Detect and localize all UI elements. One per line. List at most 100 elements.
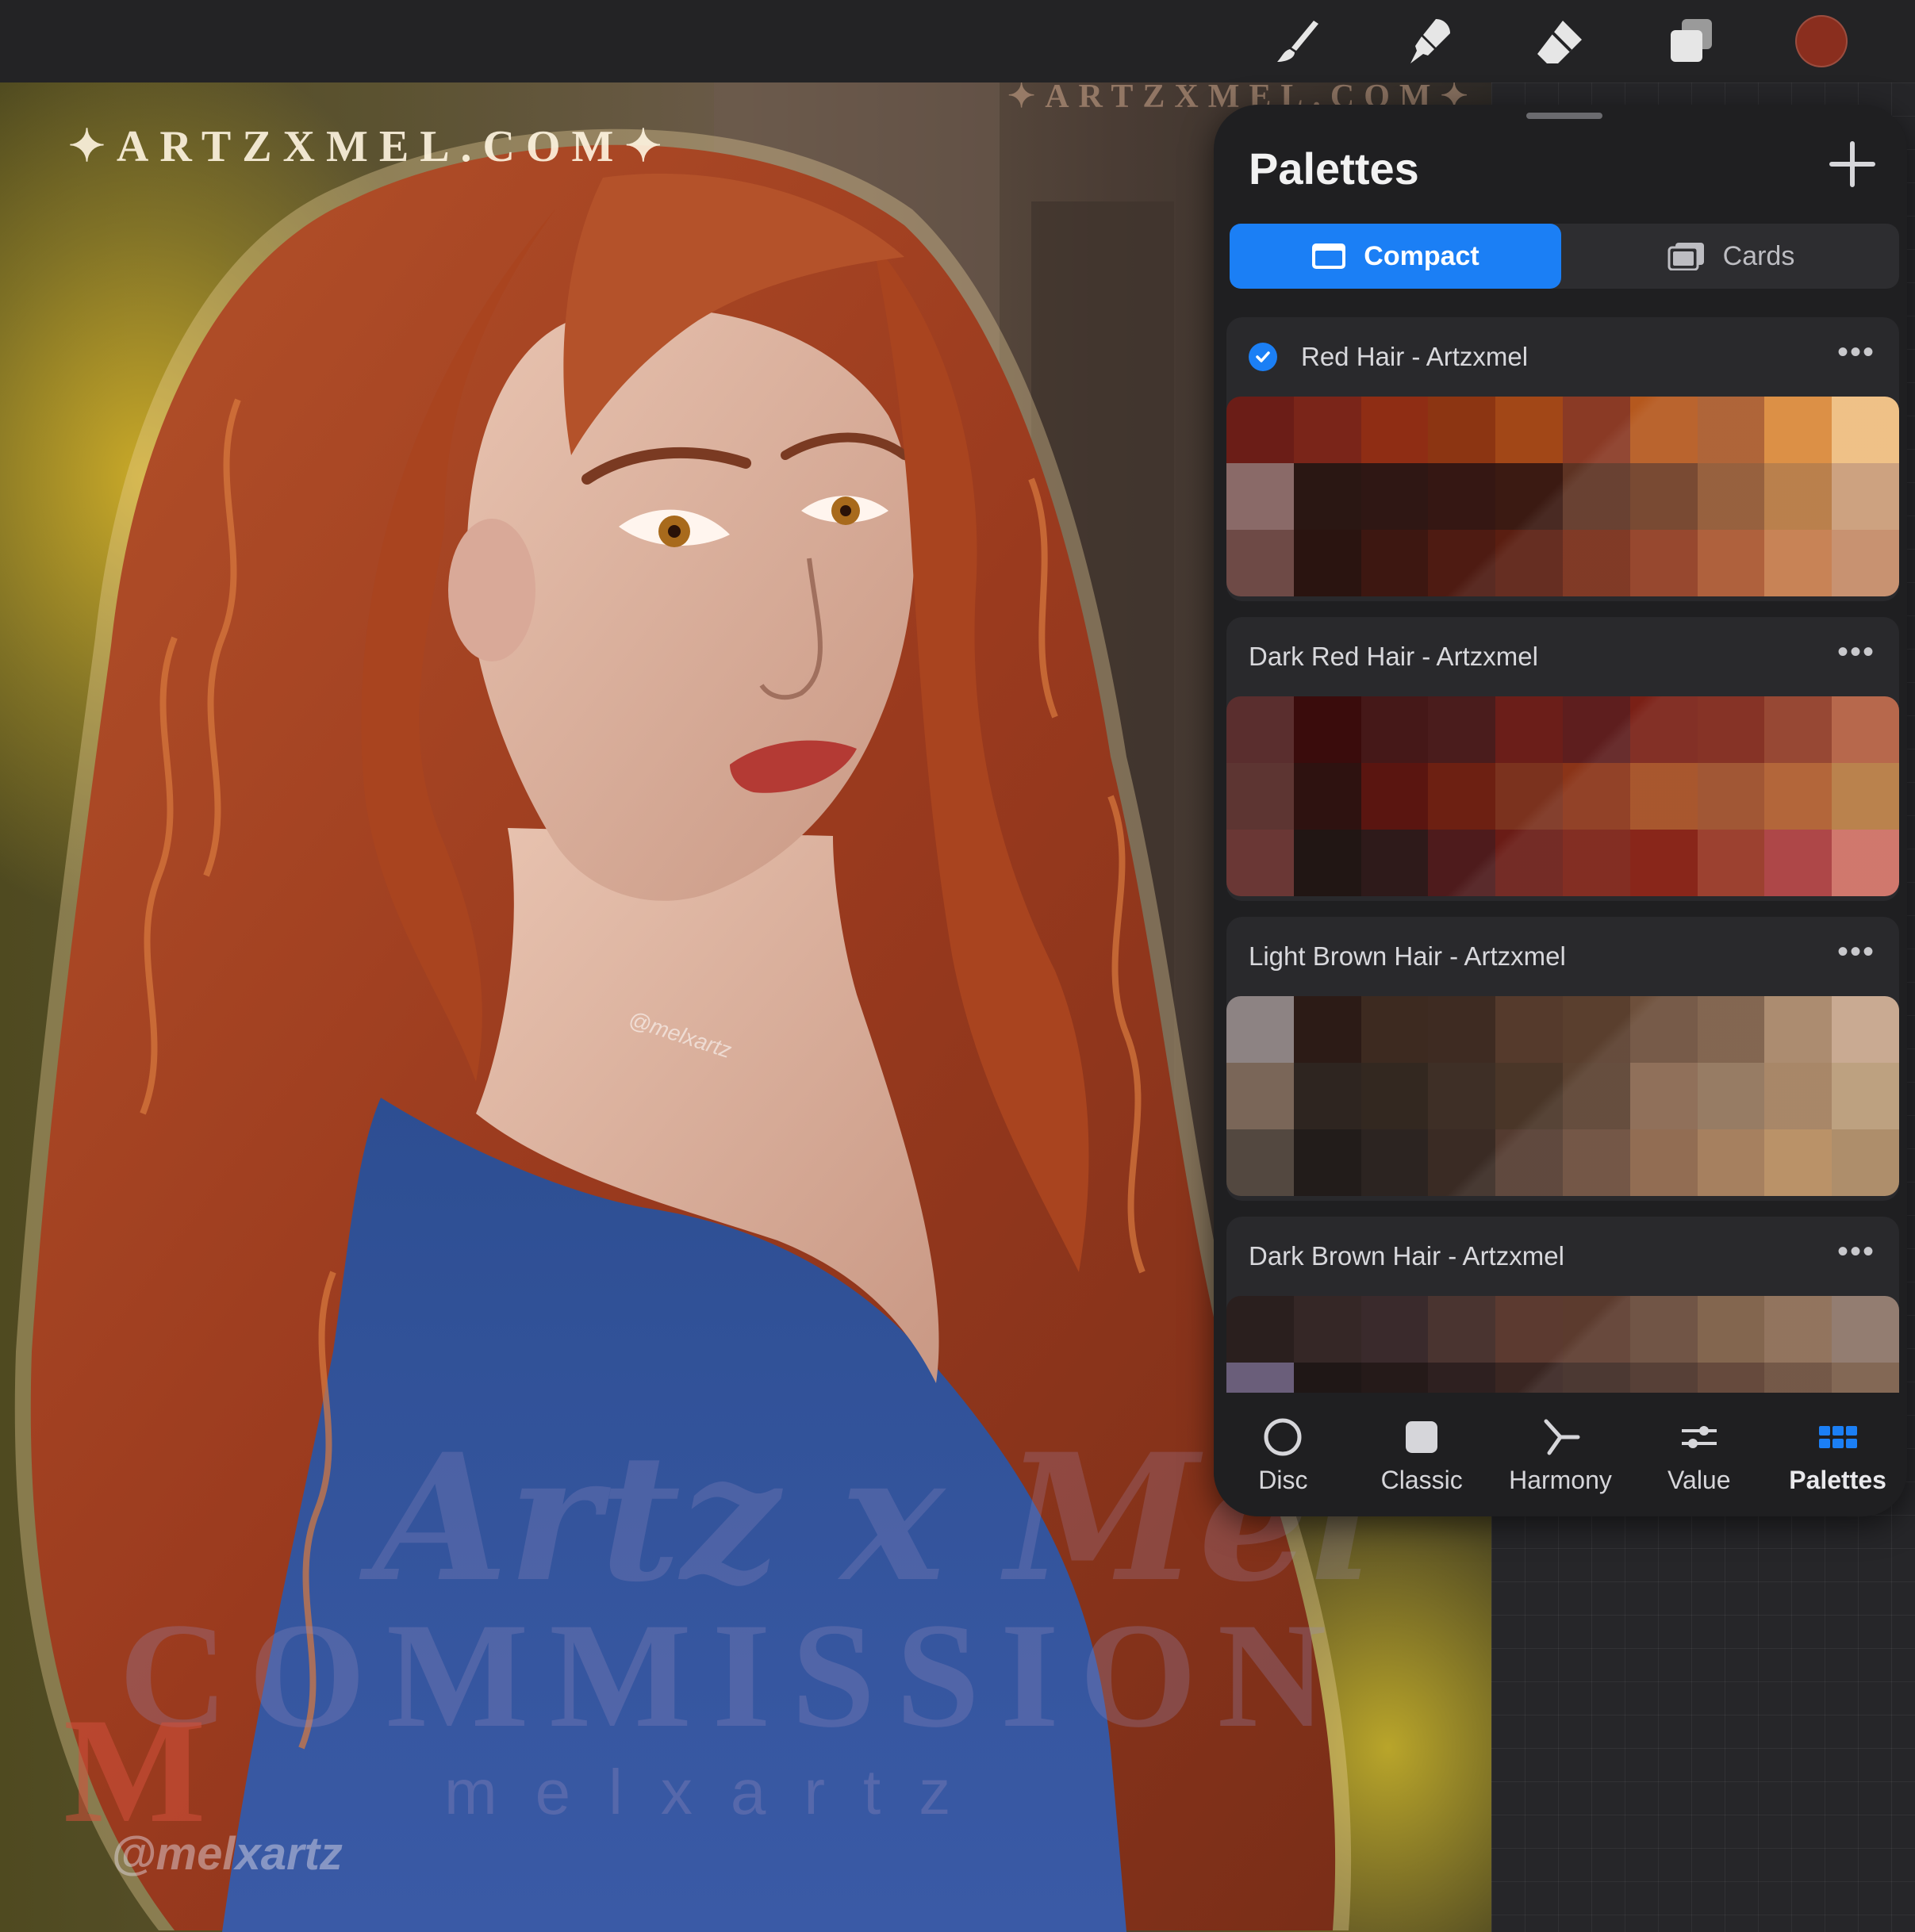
color-swatch[interactable]	[1832, 763, 1899, 830]
more-options-icon[interactable]: •••	[1837, 335, 1875, 370]
color-swatch[interactable]	[1293, 696, 1361, 763]
eraser-icon[interactable]	[1531, 13, 1588, 70]
color-swatch[interactable]	[1495, 1296, 1563, 1363]
color-swatch[interactable]	[1428, 696, 1496, 763]
compact-view-button[interactable]: Compact	[1230, 224, 1561, 289]
color-swatch[interactable]	[1360, 763, 1429, 830]
color-swatch[interactable]	[1629, 696, 1698, 763]
color-swatch[interactable]	[1293, 830, 1361, 896]
tab-classic[interactable]: Classic	[1353, 1393, 1491, 1516]
color-swatch[interactable]	[1697, 1129, 1765, 1196]
color-swatch[interactable]	[1495, 530, 1563, 596]
tab-harmony[interactable]: Harmony	[1491, 1393, 1630, 1516]
color-swatch[interactable]	[1697, 1063, 1765, 1129]
color-swatch[interactable]	[1563, 463, 1630, 530]
color-swatch[interactable]	[1563, 1129, 1630, 1196]
color-swatch[interactable]	[1360, 463, 1429, 530]
color-swatch[interactable]	[1832, 1129, 1899, 1196]
color-swatch[interactable]	[1360, 830, 1429, 896]
color-swatch[interactable]	[1226, 696, 1294, 763]
color-swatch[interactable]	[1293, 397, 1361, 463]
color-swatch[interactable]	[1563, 763, 1630, 830]
color-swatch[interactable]	[1697, 763, 1765, 830]
color-swatch[interactable]	[1629, 996, 1698, 1063]
color-swatch[interactable]	[1495, 696, 1563, 763]
color-swatch[interactable]	[1495, 763, 1563, 830]
current-color-button[interactable]	[1793, 13, 1850, 70]
color-swatch[interactable]	[1360, 397, 1429, 463]
color-swatch[interactable]	[1226, 1129, 1294, 1196]
color-swatch[interactable]	[1764, 530, 1832, 596]
color-swatch[interactable]	[1428, 996, 1496, 1063]
palette-header[interactable]: Red Hair - Artzxmel •••	[1226, 317, 1899, 397]
palette-card[interactable]: Dark Red Hair - Artzxmel •••	[1226, 617, 1899, 901]
panel-grabber[interactable]	[1526, 113, 1602, 119]
color-swatch[interactable]	[1428, 1129, 1496, 1196]
color-swatch[interactable]	[1428, 530, 1496, 596]
color-swatch[interactable]	[1428, 763, 1496, 830]
color-swatch[interactable]	[1293, 996, 1361, 1063]
color-swatch[interactable]	[1697, 1296, 1765, 1363]
color-swatch[interactable]	[1495, 830, 1563, 896]
color-swatch[interactable]	[1428, 1296, 1496, 1363]
more-options-icon[interactable]: •••	[1837, 1234, 1875, 1270]
color-swatch[interactable]	[1360, 1129, 1429, 1196]
color-swatch[interactable]	[1360, 696, 1429, 763]
color-swatch[interactable]	[1293, 763, 1361, 830]
color-swatch[interactable]	[1226, 1296, 1294, 1363]
color-swatch[interactable]	[1563, 1063, 1630, 1129]
color-swatch[interactable]	[1563, 996, 1630, 1063]
tab-disc[interactable]: Disc	[1214, 1393, 1353, 1516]
color-swatch[interactable]	[1629, 1129, 1698, 1196]
color-swatch[interactable]	[1629, 1296, 1698, 1363]
color-swatch[interactable]	[1764, 1063, 1832, 1129]
color-swatch[interactable]	[1629, 463, 1698, 530]
color-swatch[interactable]	[1293, 463, 1361, 530]
color-swatch[interactable]	[1226, 397, 1294, 463]
color-swatch[interactable]	[1629, 1063, 1698, 1129]
color-swatch[interactable]	[1495, 397, 1563, 463]
color-swatch[interactable]	[1226, 996, 1294, 1063]
color-swatch[interactable]	[1563, 830, 1630, 896]
color-swatch[interactable]	[1495, 996, 1563, 1063]
palette-header[interactable]: Dark Brown Hair - Artzxmel •••	[1226, 1217, 1899, 1296]
color-swatch[interactable]	[1226, 763, 1294, 830]
color-swatch[interactable]	[1764, 830, 1832, 896]
color-swatch[interactable]	[1832, 397, 1899, 463]
color-swatch[interactable]	[1832, 830, 1899, 896]
color-swatch[interactable]	[1832, 1296, 1899, 1363]
more-options-icon[interactable]: •••	[1837, 934, 1875, 970]
color-swatch[interactable]	[1293, 1063, 1361, 1129]
color-swatch[interactable]	[1293, 530, 1361, 596]
color-swatch[interactable]	[1697, 463, 1765, 530]
color-swatch[interactable]	[1832, 696, 1899, 763]
cards-view-button[interactable]: Cards	[1563, 224, 1899, 289]
color-swatch[interactable]	[1428, 397, 1496, 463]
color-swatch[interactable]	[1360, 1063, 1429, 1129]
color-swatch[interactable]	[1293, 1129, 1361, 1196]
color-swatch[interactable]	[1629, 830, 1698, 896]
color-swatch[interactable]	[1563, 1296, 1630, 1363]
color-swatch[interactable]	[1495, 463, 1563, 530]
color-swatch[interactable]	[1764, 1296, 1832, 1363]
color-swatch[interactable]	[1764, 1129, 1832, 1196]
color-swatch[interactable]	[1764, 696, 1832, 763]
color-swatch[interactable]	[1764, 763, 1832, 830]
color-swatch[interactable]	[1697, 830, 1765, 896]
color-swatch[interactable]	[1360, 530, 1429, 596]
color-swatch[interactable]	[1629, 763, 1698, 830]
color-swatch[interactable]	[1563, 397, 1630, 463]
color-swatch[interactable]	[1697, 996, 1765, 1063]
color-swatch[interactable]	[1832, 530, 1899, 596]
color-swatch[interactable]	[1428, 1063, 1496, 1129]
color-swatch[interactable]	[1495, 1129, 1563, 1196]
smudge-icon[interactable]	[1401, 13, 1458, 70]
color-swatch[interactable]	[1832, 996, 1899, 1063]
color-swatch[interactable]	[1697, 696, 1765, 763]
color-swatch[interactable]	[1226, 1063, 1294, 1129]
color-swatch[interactable]	[1495, 1063, 1563, 1129]
color-swatch[interactable]	[1360, 1296, 1429, 1363]
more-options-icon[interactable]: •••	[1837, 634, 1875, 670]
color-swatch[interactable]	[1563, 696, 1630, 763]
palette-header[interactable]: Dark Red Hair - Artzxmel •••	[1226, 617, 1899, 696]
